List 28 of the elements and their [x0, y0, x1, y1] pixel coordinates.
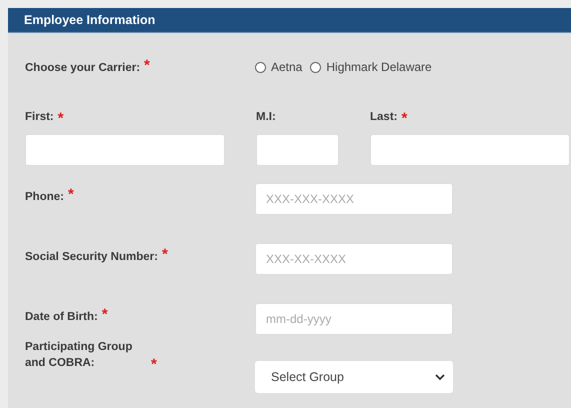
text-input[interactable]: mm-dd-yyyy	[255, 303, 453, 335]
radio-button[interactable]	[255, 62, 266, 72]
required-asterisk: *	[151, 359, 157, 371]
text-input[interactable]: XXX-XX-XXXX	[255, 243, 453, 275]
required-asterisk: *	[58, 113, 64, 125]
field-label: Social Security Number:	[25, 250, 158, 265]
field-label: Choose your Carrier:	[25, 61, 140, 76]
text-input[interactable]	[370, 134, 570, 166]
required-asterisk: *	[144, 60, 150, 76]
field-label: Phone:	[25, 190, 64, 205]
text-input[interactable]	[25, 134, 225, 166]
radio-button[interactable]	[310, 62, 322, 72]
required-asterisk: *	[162, 249, 168, 265]
chevron-down-icon	[435, 374, 445, 380]
required-asterisk: *	[401, 113, 408, 125]
field-label: Last:	[370, 110, 398, 125]
text-input[interactable]: XXX-XXX-XXXX	[255, 183, 453, 215]
required-asterisk: *	[102, 309, 108, 325]
field-label: Date of Birth:	[25, 310, 98, 325]
required-asterisk: *	[68, 189, 74, 205]
group-select[interactable]: Select Group	[255, 361, 453, 393]
field-label: M.I:	[256, 110, 276, 125]
section-title: Employee Information	[24, 13, 156, 27]
text-input[interactable]	[256, 134, 339, 166]
field-label: Participating Group and COBRA:	[25, 340, 134, 371]
radio-option[interactable]: Aetna	[255, 60, 302, 74]
field-label: First:	[25, 110, 54, 125]
radio-option[interactable]: Highmark Delaware	[310, 60, 432, 74]
